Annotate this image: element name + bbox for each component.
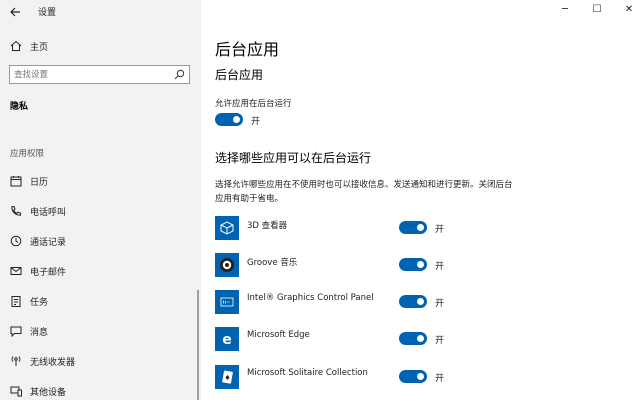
sidebar-item-call-history[interactable]: 通话记录 (0, 231, 201, 251)
cube-icon (215, 216, 239, 240)
app-title: 设置 (38, 8, 57, 18)
sidebar-item-label: 电子邮件 (30, 268, 67, 278)
search-input[interactable] (14, 68, 164, 81)
sidebar-item-email[interactable]: 电子邮件 (0, 261, 201, 281)
svg-text:e: e (222, 332, 232, 348)
sidebar-item-radios[interactable]: 无线收发器 (0, 351, 201, 371)
app-row-microsoft-edge: e Microsoft Edge 开 (215, 327, 635, 355)
sidebar-item-label: 任务 (30, 298, 49, 308)
app-toggle-3d-viewer[interactable] (399, 221, 427, 234)
main-panel: ─ ☐ ✕ 后台应用 后台应用 允许应用在后台运行 开 选择哪些应用可以在后台运… (201, 0, 640, 400)
app-row-groove-music: Groove 音乐 开 (215, 253, 635, 281)
maximize-button[interactable]: ☐ (590, 3, 604, 17)
section-heading-background-apps: 后台应用 (215, 68, 264, 82)
devices-icon (10, 386, 22, 397)
sidebar-item-messaging[interactable]: 消息 (0, 321, 201, 341)
group-label: 应用权限 (10, 149, 45, 159)
app-name: Microsoft Edge (247, 330, 310, 340)
section-heading-choose-apps: 选择哪些应用可以在后台运行 (215, 151, 372, 165)
sidebar-item-tasks[interactable]: 任务 (0, 291, 201, 311)
task-icon (11, 296, 21, 307)
allow-background-label: 允许应用在后台运行 (215, 99, 292, 109)
app-row-solitaire: Microsoft Solitaire Collection 开 (215, 365, 635, 393)
message-icon (10, 326, 22, 338)
sidebar: 设置 主页 隐私 应用权限 日历 电话呼叫 通话记录 电子邮件 任务 消息 无线… (0, 0, 201, 400)
app-toggle-solitaire[interactable] (399, 370, 427, 383)
sidebar-item-label: 电话呼叫 (30, 208, 67, 218)
close-button[interactable]: ✕ (622, 3, 636, 17)
calendar-icon (10, 176, 22, 187)
sidebar-item-other-devices[interactable]: 其他设备 (0, 381, 201, 401)
sidebar-scrollbar[interactable] (197, 290, 199, 400)
app-toggle-state: 开 (435, 336, 445, 346)
page-title: 后台应用 (215, 40, 280, 59)
intel-icon (215, 290, 239, 314)
sidebar-item-home[interactable]: 主页 (0, 36, 201, 56)
sidebar-item-label: 其他设备 (30, 388, 67, 398)
app-toggle-state: 开 (435, 262, 445, 272)
phone-icon (11, 205, 22, 216)
minimize-button[interactable]: ─ (558, 3, 572, 17)
app-name: Groove 音乐 (247, 258, 298, 268)
search-icon[interactable] (174, 69, 185, 80)
app-toggle-state: 开 (435, 299, 445, 309)
history-icon (10, 235, 22, 247)
radio-icon (11, 356, 21, 366)
sidebar-item-label: 日历 (30, 178, 49, 188)
title-bar: 设置 (0, 0, 201, 24)
sidebar-item-label: 主页 (30, 43, 49, 53)
sidebar-item-label: 消息 (30, 328, 49, 338)
back-arrow-icon (10, 7, 20, 17)
app-row-intel-graphics: Intel® Graphics Control Panel 开 (215, 290, 635, 318)
allow-background-state: 开 (251, 117, 261, 127)
sidebar-item-label: 无线收发器 (30, 358, 76, 368)
sidebar-item-label: 通话记录 (30, 238, 67, 248)
music-icon (215, 253, 239, 277)
search-box[interactable] (9, 65, 190, 84)
allow-background-toggle[interactable] (215, 113, 243, 126)
cards-icon (215, 365, 239, 389)
app-toggle-microsoft-edge[interactable] (399, 332, 427, 345)
back-button[interactable] (6, 3, 24, 21)
app-name: Intel® Graphics Control Panel (247, 293, 374, 303)
mail-icon (10, 267, 22, 275)
sidebar-item-calendar[interactable]: 日历 (0, 171, 201, 191)
app-name: Microsoft Solitaire Collection (247, 368, 368, 378)
app-toggle-groove-music[interactable] (399, 258, 427, 271)
app-name: 3D 查看器 (247, 221, 288, 231)
home-icon (10, 40, 22, 51)
sidebar-item-phone[interactable]: 电话呼叫 (0, 201, 201, 221)
app-toggle-intel-graphics[interactable] (399, 295, 427, 308)
app-toggle-state: 开 (435, 374, 445, 384)
edge-icon: e (215, 327, 239, 351)
app-toggle-state: 开 (435, 225, 445, 235)
app-row-3d-viewer: 3D 查看器 开 (215, 216, 635, 244)
description-text: 选择允许哪些应用在不使用时也可以接收信息、发送通知和进行更新。关闭后台应用有助于… (215, 180, 513, 204)
section-title: 隐私 (10, 102, 29, 112)
